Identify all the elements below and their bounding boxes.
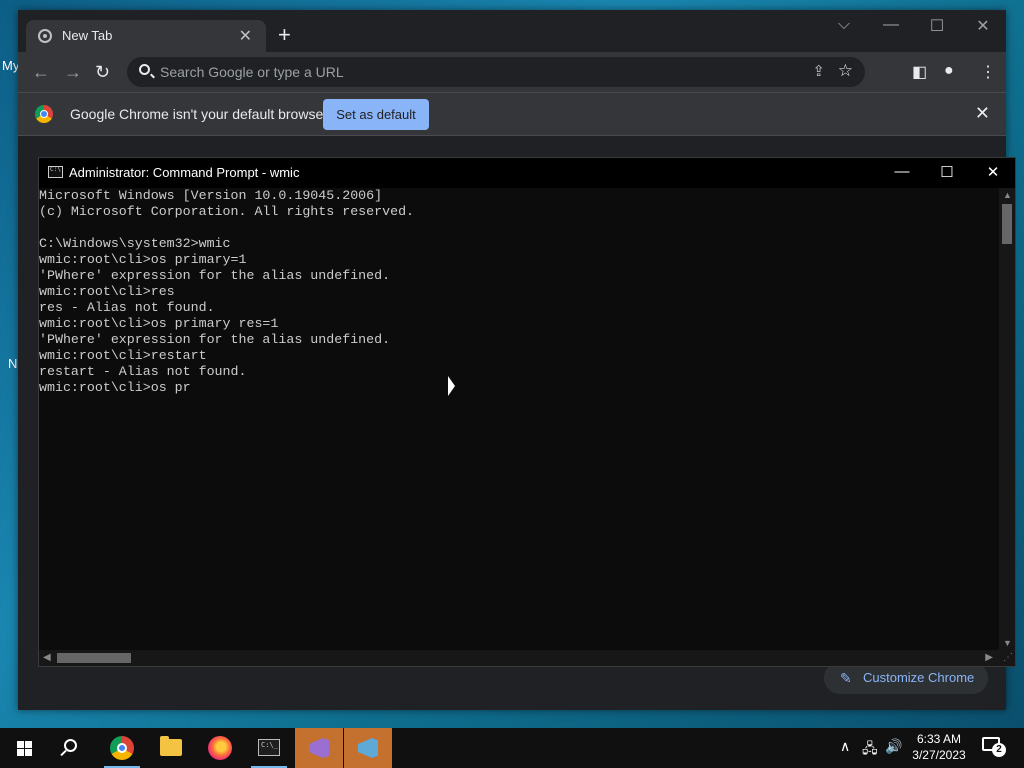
console-line: C:\Windows\system32>wmic: [39, 236, 231, 251]
scroll-up-arrow-icon[interactable]: ▲: [1003, 190, 1012, 200]
scroll-left-arrow-icon[interactable]: ◀: [43, 652, 51, 663]
console-input-line[interactable]: wmic:root\cli>os pr: [39, 380, 191, 396]
console-line: wmic:root\cli>res: [39, 284, 175, 299]
tab-strip: New Tab ✕ + ⌵ — ☐ ✕: [18, 10, 1006, 52]
network-icon[interactable]: 🖧: [862, 738, 878, 762]
chrome-logo-icon: [35, 105, 53, 123]
cmd-app-icon: [48, 166, 63, 178]
chrome-minimize-button[interactable]: —: [868, 16, 914, 34]
taskbar-chrome[interactable]: [98, 728, 146, 768]
console-line: res - Alias not found.: [39, 300, 215, 315]
console-line: wmic:root\cli>os primary res=1: [39, 316, 279, 331]
chrome-favicon-icon: [38, 29, 52, 43]
console-line: 'PWhere' expression for the alias undefi…: [39, 268, 391, 283]
windows-start-icon: [17, 741, 32, 756]
back-arrow-icon[interactable]: ←: [32, 62, 50, 83]
chrome-toolbar: ← → ↻ Search Google or type a URL ⇪ ☆ ◧ …: [18, 52, 1006, 92]
action-center-button[interactable]: 2: [982, 737, 1006, 757]
infobar-message: Google Chrome isn't your default browser: [70, 106, 328, 122]
address-bar-placeholder: Search Google or type a URL: [160, 64, 344, 80]
set-as-default-button[interactable]: Set as default: [323, 99, 429, 130]
forward-arrow-icon[interactable]: →: [64, 62, 82, 83]
share-icon[interactable]: ⇪: [812, 62, 825, 80]
show-hidden-icons-chevron-icon[interactable]: ∧: [840, 738, 850, 755]
taskbar-firefox[interactable]: [196, 728, 244, 768]
bookmark-star-icon[interactable]: ☆: [838, 61, 853, 81]
console-line: Microsoft Windows [Version 10.0.19045.20…: [39, 188, 383, 203]
desktop-icon-label-my[interactable]: My: [2, 58, 19, 73]
clock-time: 6:33 AM: [916, 732, 962, 746]
tab-search-dropdown-icon[interactable]: ⌵: [821, 16, 867, 34]
cmd-close-button[interactable]: ✕: [970, 163, 1016, 181]
clock-date: 3/27/2023: [912, 748, 966, 762]
visual-studio-icon: [358, 738, 378, 758]
console-line: wmic:root\cli>restart: [39, 348, 207, 363]
address-bar[interactable]: Search Google or type a URL ⇪ ☆: [127, 57, 865, 87]
default-browser-infobar: Google Chrome isn't your default browser…: [18, 92, 1006, 136]
cmd-maximize-button[interactable]: ☐: [924, 163, 970, 181]
cmd-horizontal-scrollbar[interactable]: ◀ ▶ ⋰: [39, 650, 1015, 666]
taskbar-visual-studio-1[interactable]: [295, 728, 343, 768]
taskbar-file-explorer[interactable]: [147, 728, 195, 768]
chrome-icon: [110, 736, 134, 760]
chrome-close-button[interactable]: ✕: [960, 16, 1006, 36]
cmd-title-bar[interactable]: Administrator: Command Prompt - wmic — ☐…: [39, 158, 1015, 188]
command-prompt-window: Administrator: Command Prompt - wmic — ☐…: [38, 157, 1016, 667]
console-output[interactable]: Microsoft Windows [Version 10.0.19045.20…: [39, 188, 1001, 650]
vertical-scroll-thumb[interactable]: [1002, 204, 1012, 244]
console-line: wmic:root\cli>os primary=1: [39, 252, 247, 267]
chrome-menu-icon[interactable]: ⋮: [980, 62, 996, 82]
search-icon: [139, 64, 150, 75]
cmd-minimize-button[interactable]: —: [879, 163, 925, 180]
start-button[interactable]: [0, 728, 48, 768]
console-line: 'PWhere' expression for the alias undefi…: [39, 332, 391, 347]
visual-studio-icon: [309, 738, 329, 758]
cmd-window-title: Administrator: Command Prompt - wmic: [69, 165, 300, 180]
folder-icon: [160, 736, 182, 756]
taskbar-search-button[interactable]: [48, 728, 96, 768]
infobar-close-icon[interactable]: ✕: [975, 103, 990, 124]
taskbar: C:\_ ∧ 🖧 🔊 6:33 AM 3/27/2023 2: [0, 728, 1024, 768]
horizontal-scroll-thumb[interactable]: [57, 653, 131, 663]
taskbar-visual-studio-2[interactable]: [344, 728, 392, 768]
terminal-icon: C:\_: [258, 739, 280, 756]
firefox-icon: [208, 736, 232, 760]
reload-icon[interactable]: ↻: [95, 62, 110, 83]
mouse-pointer-icon: [448, 376, 455, 396]
taskbar-clock[interactable]: 6:33 AM 3/27/2023: [908, 731, 970, 763]
scroll-down-arrow-icon[interactable]: ▼: [1003, 638, 1012, 648]
console-line: (c) Microsoft Corporation. All rights re…: [39, 204, 415, 219]
notification-count-badge: 2: [992, 743, 1006, 757]
tab-title: New Tab: [62, 28, 113, 43]
chrome-maximize-button[interactable]: ☐: [914, 16, 960, 36]
search-icon: [64, 739, 77, 752]
tab-new-tab[interactable]: New Tab ✕: [26, 20, 266, 52]
resize-grip-icon[interactable]: ⋰: [1003, 652, 1013, 663]
profile-icon[interactable]: ●: [944, 62, 954, 80]
tab-close-icon[interactable]: ✕: [239, 26, 252, 46]
new-tab-button[interactable]: +: [278, 24, 291, 46]
console-line: restart - Alias not found.: [39, 364, 247, 379]
volume-icon[interactable]: 🔊: [885, 738, 902, 755]
taskbar-command-prompt[interactable]: C:\_: [245, 728, 293, 768]
scroll-right-arrow-icon[interactable]: ▶: [985, 652, 993, 663]
cmd-vertical-scrollbar[interactable]: ▲ ▼: [999, 188, 1015, 650]
side-panel-icon[interactable]: ◧: [912, 62, 927, 82]
desktop-icon-label-n[interactable]: N: [8, 356, 17, 371]
